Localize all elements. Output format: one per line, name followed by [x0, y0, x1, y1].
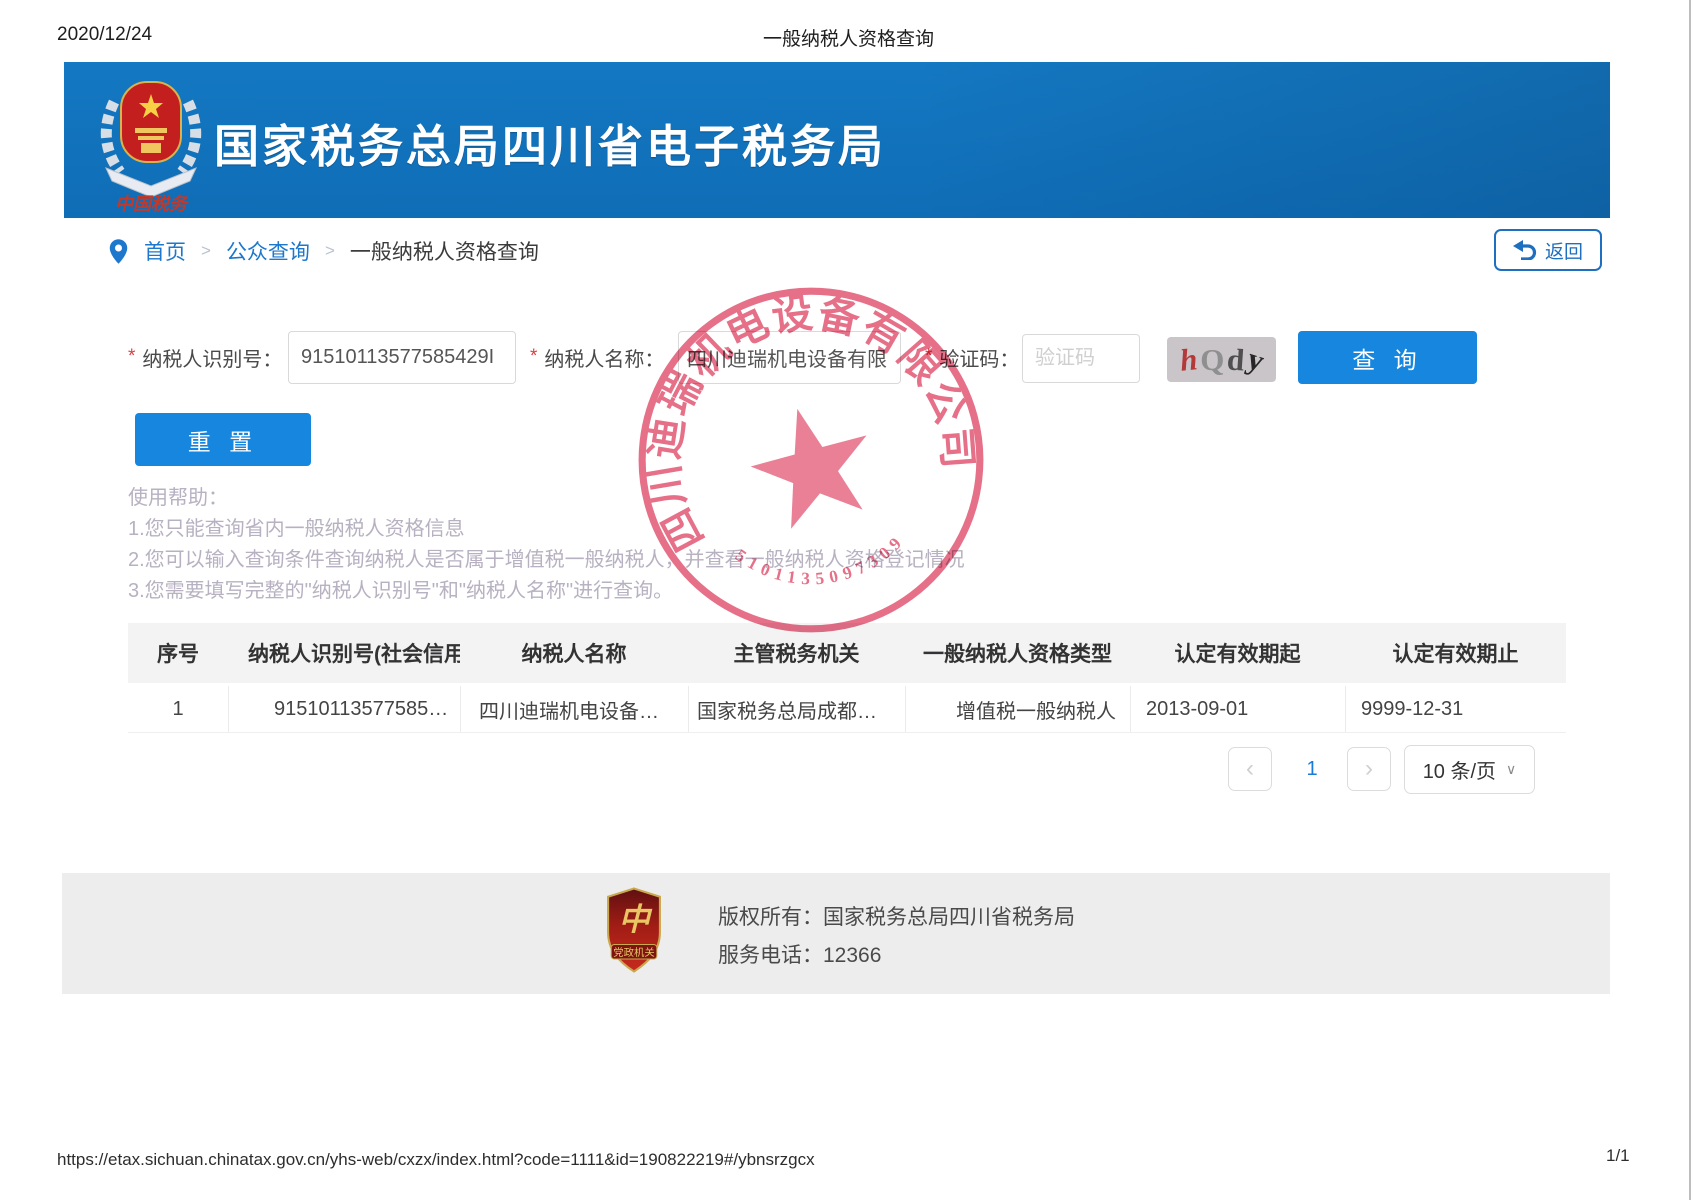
print-page-number: 1/1 [1606, 1146, 1630, 1166]
location-pin-icon [108, 238, 129, 265]
copyright-text: 版权所有：国家税务总局四川省税务局 [718, 901, 1075, 931]
table-header-cell: 纳税人名称 [460, 638, 688, 668]
taxpayer-id-label: * 纳税人识别号： [128, 330, 282, 384]
table-header-cell: 认定有效期起 [1130, 638, 1345, 668]
badge-label: 党政机关 [613, 946, 654, 959]
table-row: 191510113577585…四川迪瑞机电设备…国家税务总局成都…增值税一般纳… [128, 686, 1566, 733]
table-body: 191510113577585…四川迪瑞机电设备…国家税务总局成都…增值税一般纳… [128, 686, 1566, 733]
government-badge-icon: 中 党政机关 [606, 884, 662, 976]
results-table: 序号纳税人识别号(社会信用纳税人名称主管税务机关一般纳税人资格类型认定有效期起认… [128, 623, 1566, 733]
captcha-label: * 验证码： [925, 332, 1019, 382]
chevron-down-icon: ∨ [1506, 761, 1516, 778]
table-header-row: 序号纳税人识别号(社会信用纳税人名称主管税务机关一般纳税人资格类型认定有效期起认… [128, 623, 1566, 683]
table-cell: 国家税务总局成都… [688, 686, 905, 732]
table-header-cell: 纳税人识别号(社会信用 [228, 638, 460, 668]
pagination-next-button[interactable]: › [1347, 747, 1391, 791]
captcha-input[interactable] [1022, 334, 1140, 383]
logo-caption: 中国税务 [115, 194, 190, 214]
table-header-cell: 一般纳税人资格类型 [905, 638, 1130, 668]
taxpayer-name-input[interactable] [678, 331, 901, 384]
print-url: https://etax.sichuan.chinatax.gov.cn/yhs… [57, 1150, 815, 1170]
usage-help-line: 3.您需要填写完整的"纳税人识别号"和"纳税人名称"进行查询。 [128, 576, 965, 607]
reset-button[interactable]: 重 置 [135, 413, 311, 466]
pagination-current-page[interactable]: 1 [1294, 747, 1330, 791]
table-cell: 91510113577585… [228, 686, 460, 732]
required-mark: * [530, 346, 537, 368]
usage-help-line: 1.您只能查询省内一般纳税人资格信息 [128, 514, 965, 545]
breadcrumb-public-query[interactable]: 公众查询 [226, 236, 310, 266]
table-cell: 2013-09-01 [1130, 686, 1345, 732]
tax-bureau-logo-icon: 中国税务 [86, 68, 216, 214]
breadcrumb-current: 一般纳税人资格查询 [350, 236, 539, 266]
back-button-label: 返回 [1545, 237, 1583, 264]
table-header-cell: 主管税务机关 [688, 638, 905, 668]
required-mark: * [925, 346, 932, 368]
query-button[interactable]: 查 询 [1298, 331, 1477, 384]
table-header-cell: 序号 [128, 638, 228, 668]
table-header-cell: 认定有效期止 [1345, 638, 1566, 668]
service-phone-text: 服务电话：12366 [718, 939, 881, 969]
captcha-char: h [1178, 341, 1199, 379]
page-size-dropdown[interactable]: 10 条/页 ∨ [1404, 745, 1535, 794]
breadcrumb-home[interactable]: 首页 [144, 236, 186, 266]
scan-artifact-line [1689, 0, 1691, 1200]
table-cell: 增值税一般纳税人 [905, 686, 1130, 732]
print-title: 一般纳税人资格查询 [0, 24, 1697, 51]
usage-help-title: 使用帮助： [128, 483, 965, 514]
table-cell: 1 [128, 698, 228, 721]
breadcrumb-separator: > [325, 241, 335, 261]
usage-help-line: 2.您可以输入查询条件查询纳税人是否属于增值税一般纳税人，并查看一般纳税人资格登… [128, 545, 965, 576]
taxpayer-id-input[interactable] [288, 331, 516, 384]
back-arrow-icon [1513, 240, 1537, 260]
page-footer: 中 党政机关 版权所有：国家税务总局四川省税务局 服务电话：12366 [62, 873, 1610, 994]
table-cell: 四川迪瑞机电设备… [460, 686, 688, 732]
captcha-image[interactable]: hQdy [1167, 337, 1276, 382]
pagination-prev-button[interactable]: ‹ [1228, 747, 1272, 791]
svg-text:中: 中 [618, 902, 652, 937]
required-mark: * [128, 346, 135, 368]
breadcrumb-separator: > [201, 241, 211, 261]
taxpayer-name-label: * 纳税人名称： [530, 330, 664, 384]
table-cell: 9999-12-31 [1345, 686, 1566, 732]
captcha-char: Q [1200, 342, 1224, 378]
breadcrumb: 首页 > 公众查询 > 一般纳税人资格查询 [108, 231, 539, 271]
usage-help: 使用帮助： 1.您只能查询省内一般纳税人资格信息 2.您可以输入查询条件查询纳税… [128, 483, 965, 607]
site-title: 国家税务总局四川省电子税务局 [214, 110, 886, 175]
captcha-char: y [1242, 340, 1268, 379]
page-size-value: 10 条/页 [1423, 755, 1496, 784]
back-button[interactable]: 返回 [1494, 229, 1602, 271]
site-banner: 中国税务 国家税务总局四川省电子税务局 [64, 62, 1610, 218]
